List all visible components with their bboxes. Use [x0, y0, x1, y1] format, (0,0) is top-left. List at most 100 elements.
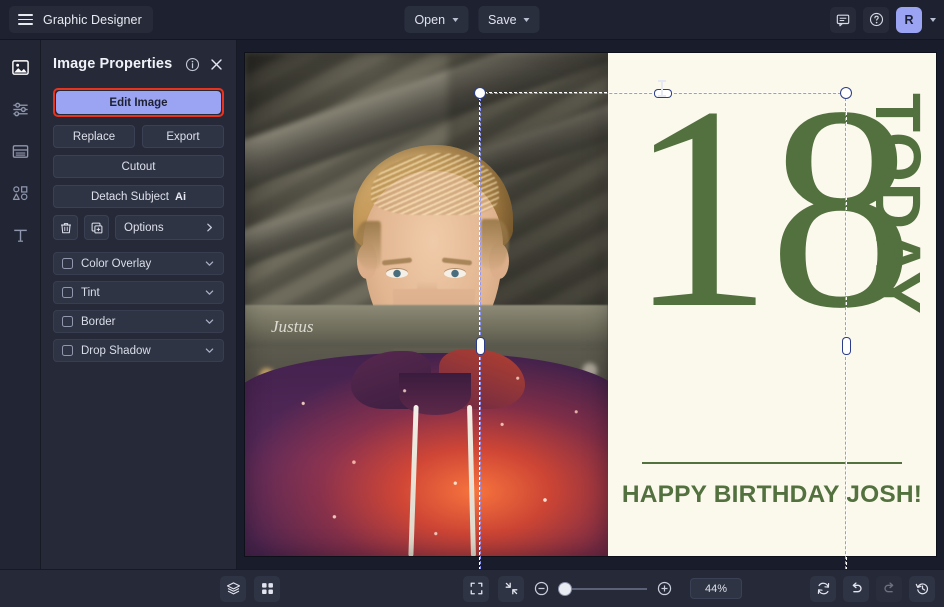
artboard[interactable]: Justus 18 TODAY HAPPY BIRTHDAY JOSH!: [245, 53, 936, 556]
sidebar-item-layout[interactable]: [6, 137, 34, 165]
delete-button[interactable]: [53, 215, 78, 240]
zoom-level-input[interactable]: 44%: [690, 578, 742, 599]
app-title: Graphic Designer: [43, 12, 142, 27]
help-button[interactable]: [863, 6, 889, 33]
subject-eye-right: [444, 269, 466, 278]
zoom-slider[interactable]: [559, 582, 647, 595]
zoom-in-button[interactable]: [656, 580, 673, 597]
app-window: Graphic Designer Open Save R Image Prope…: [0, 0, 944, 607]
image-icon: [11, 59, 29, 75]
options-label: Options: [124, 221, 164, 234]
tool-rail: [0, 40, 41, 569]
adjustments-icon: [12, 102, 28, 116]
effect-row-color-overlay[interactable]: Color Overlay: [53, 252, 224, 275]
effect-label: Color Overlay: [81, 257, 152, 270]
chevron-down-icon: [523, 17, 530, 22]
layers-icon: [226, 582, 240, 595]
chevron-down-icon: [452, 17, 459, 22]
panel-header: Image Properties: [53, 50, 224, 78]
top-right-actions: R: [830, 6, 936, 33]
options-button[interactable]: Options: [115, 215, 224, 240]
checkbox-drop-shadow[interactable]: [62, 345, 73, 356]
help-circle-icon: [869, 12, 883, 27]
open-button-label: Open: [414, 12, 446, 27]
effect-row-border[interactable]: Border: [53, 310, 224, 333]
grid-view-button[interactable]: [254, 575, 280, 602]
zoom-out-icon: [534, 581, 549, 596]
top-bar: Graphic Designer Open Save R: [0, 0, 944, 40]
comment-icon: [836, 14, 850, 26]
collapse-icon: [505, 582, 517, 595]
effect-label: Border: [81, 315, 116, 328]
fit-screen-button[interactable]: [463, 575, 489, 602]
info-circle-icon: [185, 57, 200, 71]
page-title: Image Properties: [53, 56, 173, 72]
fit-screen-icon: [470, 582, 482, 595]
zoom-controls: 44%: [463, 575, 742, 602]
canvas-area[interactable]: Justus 18 TODAY HAPPY BIRTHDAY JOSH!: [237, 40, 944, 569]
export-button[interactable]: Export: [142, 125, 224, 148]
checkbox-color-overlay[interactable]: [62, 258, 73, 269]
today-text[interactable]: TODAY: [862, 93, 934, 315]
zoom-out-button[interactable]: [533, 580, 550, 597]
layers-button[interactable]: [220, 575, 246, 602]
birthday-message[interactable]: HAPPY BIRTHDAY JOSH!: [608, 481, 936, 509]
graffiti-text: Justus: [271, 317, 314, 336]
save-button-label: Save: [488, 12, 517, 27]
app-menu-button[interactable]: Graphic Designer: [9, 6, 153, 33]
avatar[interactable]: R: [896, 6, 922, 33]
card-artwork: 18 TODAY HAPPY BIRTHDAY JOSH!: [608, 53, 936, 556]
open-button[interactable]: Open: [404, 6, 469, 33]
redo-icon: [883, 582, 893, 593]
save-button[interactable]: Save: [478, 6, 540, 33]
image-properties-panel: Image Properties Edit Image Replace Expo…: [41, 40, 237, 569]
sidebar-item-text[interactable]: [6, 221, 34, 249]
chevron-down-icon: [205, 261, 214, 266]
sidebar-item-shapes[interactable]: [6, 179, 34, 207]
avatar-chevron-down-icon[interactable]: [930, 17, 936, 22]
undo-button[interactable]: [843, 575, 869, 602]
replace-export-row: Replace Export: [53, 125, 224, 155]
effect-row-tint[interactable]: Tint: [53, 281, 224, 304]
collapse-view-button[interactable]: [498, 575, 524, 602]
undo-icon: [852, 582, 862, 593]
bottom-left-tools: [220, 575, 280, 602]
history-controls: [810, 575, 935, 602]
text-cursor-icon: [658, 80, 665, 97]
hamburger-icon: [18, 14, 33, 25]
edit-image-button[interactable]: Edit Image: [56, 91, 221, 114]
trash-icon: [60, 222, 71, 233]
top-center-actions: Open Save: [404, 6, 540, 33]
chevron-down-icon: [205, 290, 214, 295]
chevron-right-icon: [207, 223, 212, 232]
checkbox-tint[interactable]: [62, 287, 73, 298]
duplicate-button[interactable]: [84, 215, 109, 240]
photo-element[interactable]: Justus: [245, 53, 608, 556]
zoom-slider-knob[interactable]: [559, 582, 571, 595]
cutout-button[interactable]: Cutout: [53, 155, 224, 178]
refresh-button[interactable]: [810, 575, 836, 602]
sidebar-item-image[interactable]: [6, 53, 34, 81]
image-actions-row: Options: [53, 215, 224, 240]
app-body: Image Properties Edit Image Replace Expo…: [0, 40, 944, 569]
replace-button[interactable]: Replace: [53, 125, 135, 148]
effect-label: Tint: [81, 286, 100, 299]
effect-row-drop-shadow[interactable]: Drop Shadow: [53, 339, 224, 362]
divider-rule: [642, 462, 902, 464]
redo-button[interactable]: [876, 575, 902, 602]
close-panel-button[interactable]: [209, 57, 224, 72]
comments-button[interactable]: [830, 6, 856, 33]
info-button[interactable]: [185, 57, 200, 72]
shapes-icon: [12, 185, 27, 200]
sidebar-item-adjust[interactable]: [6, 95, 34, 123]
zoom-in-icon: [657, 581, 672, 596]
detach-subject-button[interactable]: Detach Subject Ai: [53, 185, 224, 208]
checkbox-border[interactable]: [62, 316, 73, 327]
subject-hair-fade-left: [355, 221, 381, 269]
subject-eye-left: [386, 269, 408, 278]
subject-hoodie-neckline: [399, 373, 471, 415]
card-element[interactable]: 18 TODAY HAPPY BIRTHDAY JOSH!: [608, 53, 936, 556]
effect-label: Drop Shadow: [81, 344, 151, 357]
history-button[interactable]: [909, 575, 935, 602]
effects-list: Color Overlay Tint Border Drop Shadow: [53, 252, 224, 362]
